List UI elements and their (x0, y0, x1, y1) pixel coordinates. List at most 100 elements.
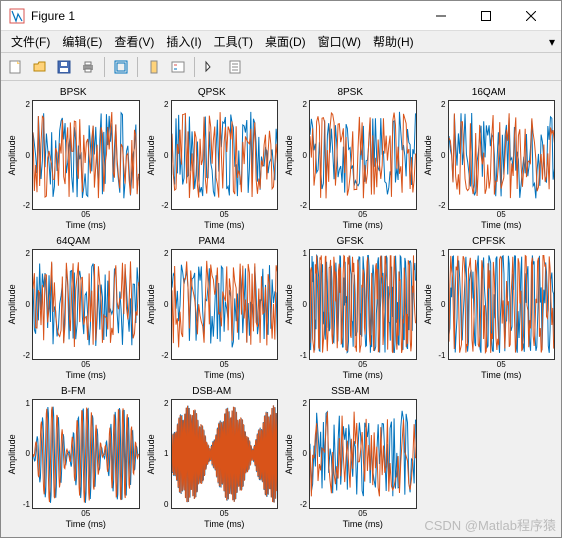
subplot-gfsk[interactable]: GFSK Amplitude10-1 05Time (ms) (284, 236, 417, 381)
y-axis-ticks: 20-2 (18, 249, 32, 359)
toolbar-separator (194, 57, 195, 77)
app-icon (9, 8, 25, 24)
x-axis-ticks: 05 (472, 360, 506, 370)
x-axis-ticks: 05 (333, 360, 367, 370)
menu-bar: 文件(F) 编辑(E) 查看(V) 插入(I) 工具(T) 桌面(D) 窗口(W… (1, 31, 561, 53)
x-axis-ticks: 05 (195, 360, 229, 370)
subplot-b-fm[interactable]: B-FMAmplitude10-105Time (ms) (7, 386, 140, 531)
y-axis-ticks: 10-1 (434, 249, 448, 359)
toolbar-separator (104, 57, 105, 77)
y-axis-ticks: 20-2 (434, 100, 448, 210)
subplot-dsb-am[interactable]: DSB-AMAmplitude21005Time (ms) (146, 386, 279, 531)
x-axis-label: Time (ms) (318, 519, 383, 531)
x-axis-ticks: 05 (56, 509, 90, 519)
axes-box[interactable] (448, 249, 556, 359)
menu-insert[interactable]: 插入(I) (160, 31, 207, 52)
x-axis-ticks: 05 (195, 509, 229, 519)
y-axis-label: Amplitude (284, 249, 295, 359)
y-axis-ticks: 20-2 (295, 399, 309, 509)
x-axis-label: Time (ms) (318, 370, 383, 382)
plot-title: CPFSK (472, 236, 505, 249)
x-axis-ticks: 05 (333, 509, 367, 519)
menu-view[interactable]: 查看(V) (108, 31, 160, 52)
plot-grid: BPSKAmplitude20-205Time (ms)QPSKAmplitud… (7, 87, 555, 531)
figure-window: Figure 1 文件(F) 编辑(E) 查看(V) 插入(I) 工具(T) 桌… (0, 0, 562, 538)
subplot-qpsk[interactable]: QPSKAmplitude20-205Time (ms) (146, 87, 279, 232)
axes-box[interactable] (32, 399, 140, 509)
plot-title: GFSK (337, 236, 364, 249)
figure-canvas[interactable]: BPSKAmplitude20-205Time (ms)QPSKAmplitud… (1, 81, 561, 537)
y-axis-label: Amplitude (146, 100, 157, 210)
plot-title: DSB-AM (192, 386, 231, 399)
menu-file[interactable]: 文件(F) (5, 31, 56, 52)
toolbar-separator (137, 57, 138, 77)
axes-box[interactable] (171, 100, 279, 210)
plot-title: 64QAM (56, 236, 90, 249)
open-property-inspector-button[interactable] (224, 56, 246, 78)
subplot-16qam[interactable]: 16QAMAmplitude20-205Time (ms) (423, 87, 556, 232)
x-axis-ticks: 05 (56, 360, 90, 370)
y-axis-label: Amplitude (423, 100, 434, 210)
axes-box[interactable] (309, 399, 417, 509)
toolbar (1, 53, 561, 81)
subplot-64qam[interactable]: 64QAM Amplitude20-2 05Time (ms) (7, 236, 140, 381)
y-axis-ticks: 10-1 (18, 399, 32, 509)
x-axis-label: Time (ms) (179, 370, 244, 382)
close-button[interactable] (508, 2, 553, 30)
edit-plot-button[interactable] (200, 56, 222, 78)
y-axis-label: Amplitude (7, 100, 18, 210)
y-axis-ticks: 10-1 (295, 249, 309, 359)
window-title: Figure 1 (31, 9, 418, 23)
x-axis-ticks: 05 (56, 210, 90, 220)
menu-help[interactable]: 帮助(H) (367, 31, 420, 52)
x-axis-label: Time (ms) (456, 220, 521, 232)
y-axis-label: Amplitude (284, 100, 295, 210)
menu-edit[interactable]: 编辑(E) (56, 31, 108, 52)
print-button[interactable] (77, 56, 99, 78)
y-axis-label: Amplitude (7, 249, 18, 359)
y-axis-ticks: 210 (157, 399, 171, 509)
y-axis-label: Amplitude (146, 249, 157, 359)
save-button[interactable] (53, 56, 75, 78)
axes-box[interactable] (309, 249, 417, 359)
x-axis-label: Time (ms) (179, 220, 244, 232)
plot-title: SSB-AM (331, 386, 369, 399)
y-axis-ticks: 20-2 (18, 100, 32, 210)
plot-title: PAM4 (199, 236, 226, 249)
new-figure-button[interactable] (5, 56, 27, 78)
subplot-pam4[interactable]: PAM4Amplitude20-205Time (ms) (146, 236, 279, 381)
title-bar[interactable]: Figure 1 (1, 1, 561, 31)
axes-box[interactable] (32, 100, 140, 210)
x-axis-label: Time (ms) (456, 370, 521, 382)
plot-title: 8PSK (337, 87, 363, 100)
menu-tools[interactable]: 工具(T) (208, 31, 259, 52)
y-axis-ticks: 20-2 (157, 100, 171, 210)
link-button[interactable] (110, 56, 132, 78)
axes-box[interactable] (448, 100, 556, 210)
x-axis-ticks: 05 (195, 210, 229, 220)
y-axis-label: Amplitude (284, 399, 295, 509)
subplot-ssb-am[interactable]: SSB-AM Amplitude20-2 05Time (ms) (284, 386, 417, 531)
maximize-button[interactable] (463, 2, 508, 30)
y-axis-label: Amplitude (7, 399, 18, 509)
x-axis-ticks: 05 (472, 210, 506, 220)
y-axis-ticks: 20-2 (295, 100, 309, 210)
menu-desktop[interactable]: 桌面(D) (259, 31, 312, 52)
insert-legend-button[interactable] (167, 56, 189, 78)
subplot-cpfsk[interactable]: CPFSKAmplitude10-105Time (ms) (423, 236, 556, 381)
axes-box[interactable] (171, 249, 279, 359)
x-axis-label: Time (ms) (41, 220, 106, 232)
subplot-bpsk[interactable]: BPSKAmplitude20-205Time (ms) (7, 87, 140, 232)
insert-colorbar-button[interactable] (143, 56, 165, 78)
axes-box[interactable] (171, 399, 279, 509)
x-axis-label: Time (ms) (179, 519, 244, 531)
open-button[interactable] (29, 56, 51, 78)
menu-window[interactable]: 窗口(W) (312, 31, 367, 52)
x-axis-label: Time (ms) (41, 370, 106, 382)
axes-box[interactable] (309, 100, 417, 210)
subplot-8psk[interactable]: 8PSKAmplitude20-205Time (ms) (284, 87, 417, 232)
minimize-button[interactable] (418, 2, 463, 30)
menu-expand-icon[interactable]: ▾ (549, 35, 555, 49)
axes-box[interactable] (32, 249, 140, 359)
plot-title: B-FM (61, 386, 85, 399)
